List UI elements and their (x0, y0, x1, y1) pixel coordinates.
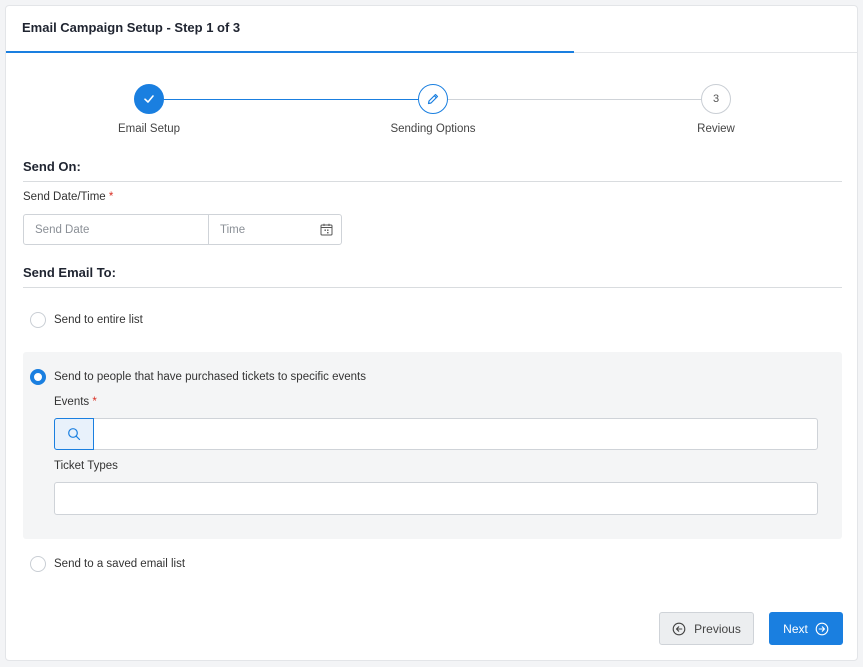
send-time-input[interactable] (209, 215, 314, 244)
radio-button[interactable] (30, 312, 46, 328)
events-search-field (54, 418, 818, 450)
required-mark: * (108, 191, 114, 203)
events-input[interactable] (94, 419, 817, 449)
pencil-icon (427, 93, 439, 105)
option-entire-list[interactable]: Send to entire list (30, 312, 143, 328)
step-review[interactable]: 3 Review (646, 84, 786, 135)
step-sending-options[interactable]: Sending Options (363, 84, 503, 135)
arrow-left-circle-icon (672, 622, 686, 635)
card-header: Email Campaign Setup - Step 1 of 3 (6, 6, 857, 53)
ticket-types-label: Ticket Types (54, 460, 118, 472)
send-email-to-heading: Send Email To: (23, 265, 116, 280)
step-email-setup[interactable]: Email Setup (79, 84, 219, 135)
section-divider (23, 287, 842, 288)
stepper: Email Setup Sending Options 3 Review (6, 84, 859, 144)
section-divider (23, 181, 842, 182)
send-on-heading: Send On: (23, 159, 81, 174)
send-datetime-label-text: Send Date/Time (23, 191, 106, 203)
step-number: 3 (712, 93, 720, 105)
checkmark-icon (144, 95, 154, 103)
radio-button[interactable] (30, 556, 46, 572)
arrow-right-circle-icon (815, 622, 829, 635)
events-search-button[interactable] (54, 418, 94, 450)
required-mark: * (92, 396, 97, 408)
radio-button-selected[interactable] (30, 369, 46, 385)
page-title: Email Campaign Setup - Step 1 of 3 (22, 20, 241, 35)
events-label: Events * (54, 396, 97, 408)
ticket-types-input[interactable] (54, 482, 818, 515)
previous-label: Previous (694, 621, 741, 636)
step-pending-circle: 3 (701, 84, 731, 114)
option-specific-events[interactable]: Send to people that have purchased ticke… (30, 369, 366, 385)
search-icon (68, 428, 81, 441)
step-active-circle (418, 84, 448, 114)
send-datetime-group (23, 214, 342, 245)
calendar-button[interactable] (314, 215, 338, 244)
option-label: Send to entire list (54, 314, 143, 326)
step-label: Review (697, 123, 735, 135)
send-datetime-label: Send Date/Time * (23, 191, 113, 203)
step-complete-circle (134, 84, 164, 114)
campaign-setup-card: Email Campaign Setup - Step 1 of 3 Email… (5, 5, 858, 661)
step-label: Sending Options (390, 123, 476, 135)
events-label-text: Events (54, 396, 90, 408)
next-label: Next (783, 621, 808, 636)
send-date-input[interactable] (24, 215, 209, 244)
previous-button[interactable]: Previous (659, 612, 754, 645)
next-button[interactable]: Next (769, 612, 843, 645)
step-label: Email Setup (117, 123, 180, 135)
option-label: Send to people that have purchased ticke… (54, 371, 366, 383)
calendar-icon (320, 223, 332, 236)
header-progress-bar (6, 51, 574, 53)
option-label: Send to a saved email list (54, 558, 186, 570)
option-saved-list[interactable]: Send to a saved email list (30, 556, 185, 572)
